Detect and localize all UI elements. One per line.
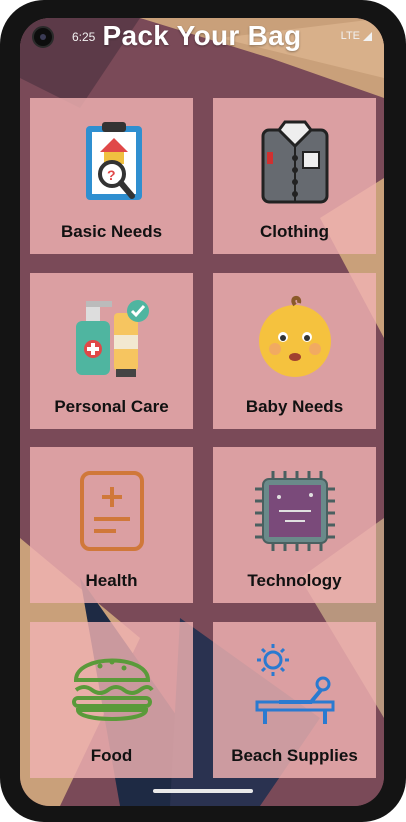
category-label: Clothing [260,222,329,241]
category-label: Baby Needs [245,397,344,416]
category-tile-basic-needs[interactable]: ? Basic Needs [30,98,193,254]
category-label: Food [90,746,133,765]
category-tile-personal-care[interactable]: Personal Care [30,273,193,429]
category-label: Personal Care [54,397,169,416]
category-tile-clothing[interactable]: Clothing [213,98,376,254]
category-label: Beach Supplies [231,746,358,765]
category-tile-technology[interactable]: Technology [213,447,376,603]
page-title: Pack Your Bag [102,20,302,51]
svg-text:?: ? [107,167,116,183]
phone-frame: 6:25 LTE Pack Your Bag ? Basic Needs Clo… [0,0,406,822]
home-indicator[interactable] [153,789,253,793]
category-label: Basic Needs [60,222,163,241]
app-screen: 6:25 LTE Pack Your Bag ? Basic Needs Clo… [20,18,384,806]
category-tile-baby-needs[interactable]: Baby Needs [213,273,376,429]
clipboard-search-icon: ? [85,122,142,200]
toiletries-icon [75,300,149,377]
category-label: Health [85,571,138,590]
category-tile-beach-supplies[interactable]: Beach Supplies [213,622,376,778]
sunbed-icon [255,644,334,724]
category-label: Technology [247,571,342,590]
burger-icon [71,658,154,721]
baby-face-icon [258,296,331,377]
medical-document-icon [79,471,144,551]
category-tile-food[interactable]: Food [30,622,193,778]
category-tile-health[interactable]: Health [30,447,193,603]
shirt-icon [261,120,328,204]
microchip-icon [254,471,335,551]
